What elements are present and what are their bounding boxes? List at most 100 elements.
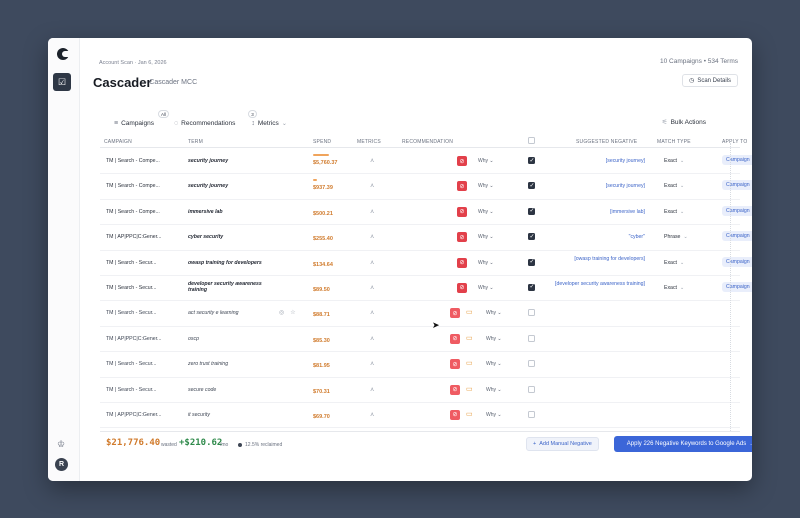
match-type-select[interactable]: Phrase ⌄ [664, 234, 688, 240]
row-checkbox[interactable] [528, 309, 535, 317]
why-dropdown[interactable]: Why ⌄ [478, 209, 494, 215]
apply-to-select[interactable]: Campaign✓ [722, 155, 752, 165]
row-checkbox[interactable] [528, 233, 535, 241]
col-recommendation[interactable]: RECOMMENDATION [402, 139, 453, 145]
tab-metrics[interactable]: ↕ Metrics ⌄ [251, 116, 286, 130]
suggested-negative[interactable]: [immersive lab] [535, 209, 645, 216]
block-icon[interactable]: ⊘ [457, 156, 467, 166]
scrollbar[interactable] [730, 143, 732, 433]
comment-icon[interactable]: ▭ [466, 410, 473, 418]
table-row[interactable]: TM | AP|PPC|C:Gener... cyber security $255… [100, 225, 752, 251]
table-row[interactable]: TM | Search - Secur... secure code $70.31 ⋏… [100, 378, 740, 403]
match-type-select[interactable]: Exact ⌄ [664, 158, 684, 164]
table-row[interactable]: TM | AP|PPC|C:Gener... oscp $85.30 ⋏ ⊘ ▭ Why ⌄ [100, 327, 740, 353]
block-icon[interactable]: ⊘ [457, 181, 467, 192]
suggested-negative[interactable]: "cyber" [535, 234, 645, 241]
tab-recommendations[interactable]: ◌ Recommendations 3 [174, 110, 257, 130]
metrics-sparkline-icon[interactable]: ⋏ [370, 411, 374, 418]
row-checkbox[interactable] [528, 410, 535, 418]
avatar[interactable]: R [55, 458, 68, 471]
col-match-type[interactable]: MATCH TYPE [657, 139, 691, 145]
suggested-negative[interactable]: [security journey] [535, 158, 645, 165]
comment-icon[interactable]: ▭ [466, 334, 473, 342]
campaign-name[interactable]: TM | Search - Secur... [106, 310, 156, 316]
metrics-sparkline-icon[interactable]: ⋏ [370, 233, 374, 240]
row-checkbox[interactable] [528, 283, 535, 291]
block-icon[interactable]: ⊘ [450, 308, 460, 319]
metrics-sparkline-icon[interactable]: ⋏ [370, 157, 374, 164]
why-dropdown[interactable]: Why ⌄ [478, 183, 494, 189]
table-row[interactable]: TM | Search - Compe... security journey $5… [100, 149, 752, 175]
why-dropdown[interactable]: Why ⌄ [486, 361, 502, 367]
table-row[interactable]: TM | Search - Secur... act security e lea… [100, 301, 740, 327]
row-checkbox[interactable] [528, 334, 535, 342]
why-dropdown[interactable]: Why ⌄ [486, 412, 502, 418]
metrics-sparkline-icon[interactable]: ⋏ [370, 259, 374, 266]
bulk-actions-button[interactable]: ⚟ Bulk Actions [662, 118, 706, 127]
match-type-select[interactable]: Exact ⌄ [664, 260, 684, 266]
comment-icon[interactable]: ▭ [466, 385, 473, 393]
block-icon[interactable]: ⊘ [450, 409, 460, 420]
info-icon[interactable]: ◎ [279, 309, 284, 316]
comment-icon[interactable]: ▭ [466, 359, 473, 367]
campaign-name[interactable]: TM | Search - Secur... [106, 387, 156, 393]
match-type-select[interactable]: Exact ⌄ [664, 183, 684, 189]
apply-to-select[interactable]: Campaign✓ [722, 281, 752, 292]
suggested-negative[interactable]: [owasp training for developers] [535, 256, 645, 263]
campaign-name[interactable]: TM | Search - Compe... [106, 158, 160, 164]
metrics-sparkline-icon[interactable]: ⋏ [370, 309, 374, 316]
crown-icon[interactable]: ♔ [57, 439, 65, 450]
campaign-name[interactable]: TM | Search - Compe... [106, 209, 160, 215]
block-icon[interactable]: ⊘ [450, 333, 460, 344]
apply-to-select[interactable]: Campaign✓ [722, 231, 752, 242]
select-all-checkbox[interactable] [528, 137, 535, 144]
campaign-name[interactable]: TM | Search - Secur... [106, 260, 156, 266]
row-checkbox[interactable] [528, 182, 535, 190]
metrics-sparkline-icon[interactable]: ⋏ [370, 208, 374, 215]
tab-campaigns[interactable]: ≡ Campaigns All [114, 110, 170, 130]
table-row[interactable]: TM | Search - Secur... owasp training for… [100, 251, 752, 276]
row-checkbox[interactable] [528, 360, 535, 368]
suggested-negative[interactable]: [security journey] [535, 183, 645, 190]
why-dropdown[interactable]: Why ⌄ [478, 158, 494, 164]
scan-details-button[interactable]: ◷ Scan Details [682, 74, 738, 87]
metrics-sparkline-icon[interactable]: ⋏ [370, 386, 374, 393]
table-row[interactable]: TM | Search - Compe... immersive lab $500.… [100, 200, 752, 226]
apply-to-select[interactable]: Campaign✓ [722, 256, 752, 267]
block-icon[interactable]: ⊘ [450, 359, 460, 370]
match-type-select[interactable]: Exact ⌄ [664, 285, 684, 291]
block-icon[interactable]: ⊘ [457, 257, 467, 268]
cascader-logo-icon[interactable] [57, 48, 69, 60]
campaign-name[interactable]: TM | AP|PPC|C:Gener... [106, 336, 161, 342]
comment-icon[interactable]: ▭ [466, 308, 473, 316]
row-checkbox[interactable] [528, 157, 535, 164]
col-spend[interactable]: SPEND [313, 139, 331, 145]
star-icon[interactable]: ☆ [290, 309, 295, 316]
match-type-select[interactable]: Exact ⌄ [664, 209, 684, 215]
table-row[interactable]: TM | Search - Secur... zero trust trainin… [100, 352, 740, 378]
metrics-sparkline-icon[interactable]: ⋏ [370, 360, 374, 367]
checklist-nav-icon[interactable]: ☑ [53, 73, 71, 91]
col-metrics[interactable]: METRICS [357, 139, 381, 145]
block-icon[interactable]: ⊘ [450, 384, 460, 395]
row-checkbox[interactable] [528, 258, 535, 266]
col-apply-to[interactable]: APPLY TO [722, 139, 747, 145]
row-checkbox[interactable] [528, 385, 535, 393]
campaign-name[interactable]: TM | Search - Secur... [106, 361, 156, 367]
col-campaign[interactable]: CAMPAIGN [104, 139, 132, 145]
why-dropdown[interactable]: Why ⌄ [486, 336, 502, 342]
why-dropdown[interactable]: Why ⌄ [478, 234, 494, 240]
table-row[interactable]: TM | Search - Compe... security journey $9… [100, 174, 752, 200]
col-suggested-negative[interactable]: SUGGESTED NEGATIVE [576, 139, 637, 145]
block-icon[interactable]: ⊘ [457, 206, 467, 217]
metrics-sparkline-icon[interactable]: ⋏ [370, 284, 374, 291]
metrics-sparkline-icon[interactable]: ⋏ [370, 182, 374, 189]
campaign-name[interactable]: TM | AP|PPC|C:Gener... [106, 234, 161, 240]
block-icon[interactable]: ⊘ [457, 232, 467, 243]
why-dropdown[interactable]: Why ⌄ [478, 260, 494, 266]
add-manual-negative-button[interactable]: + Add Manual Negative [526, 437, 599, 451]
table-row[interactable]: TM | AP|PPC|C:Gener... it security $69.70 ⋏… [100, 403, 740, 429]
block-icon[interactable]: ⊘ [457, 282, 467, 293]
row-checkbox[interactable] [528, 207, 535, 215]
col-term[interactable]: TERM [188, 139, 203, 145]
